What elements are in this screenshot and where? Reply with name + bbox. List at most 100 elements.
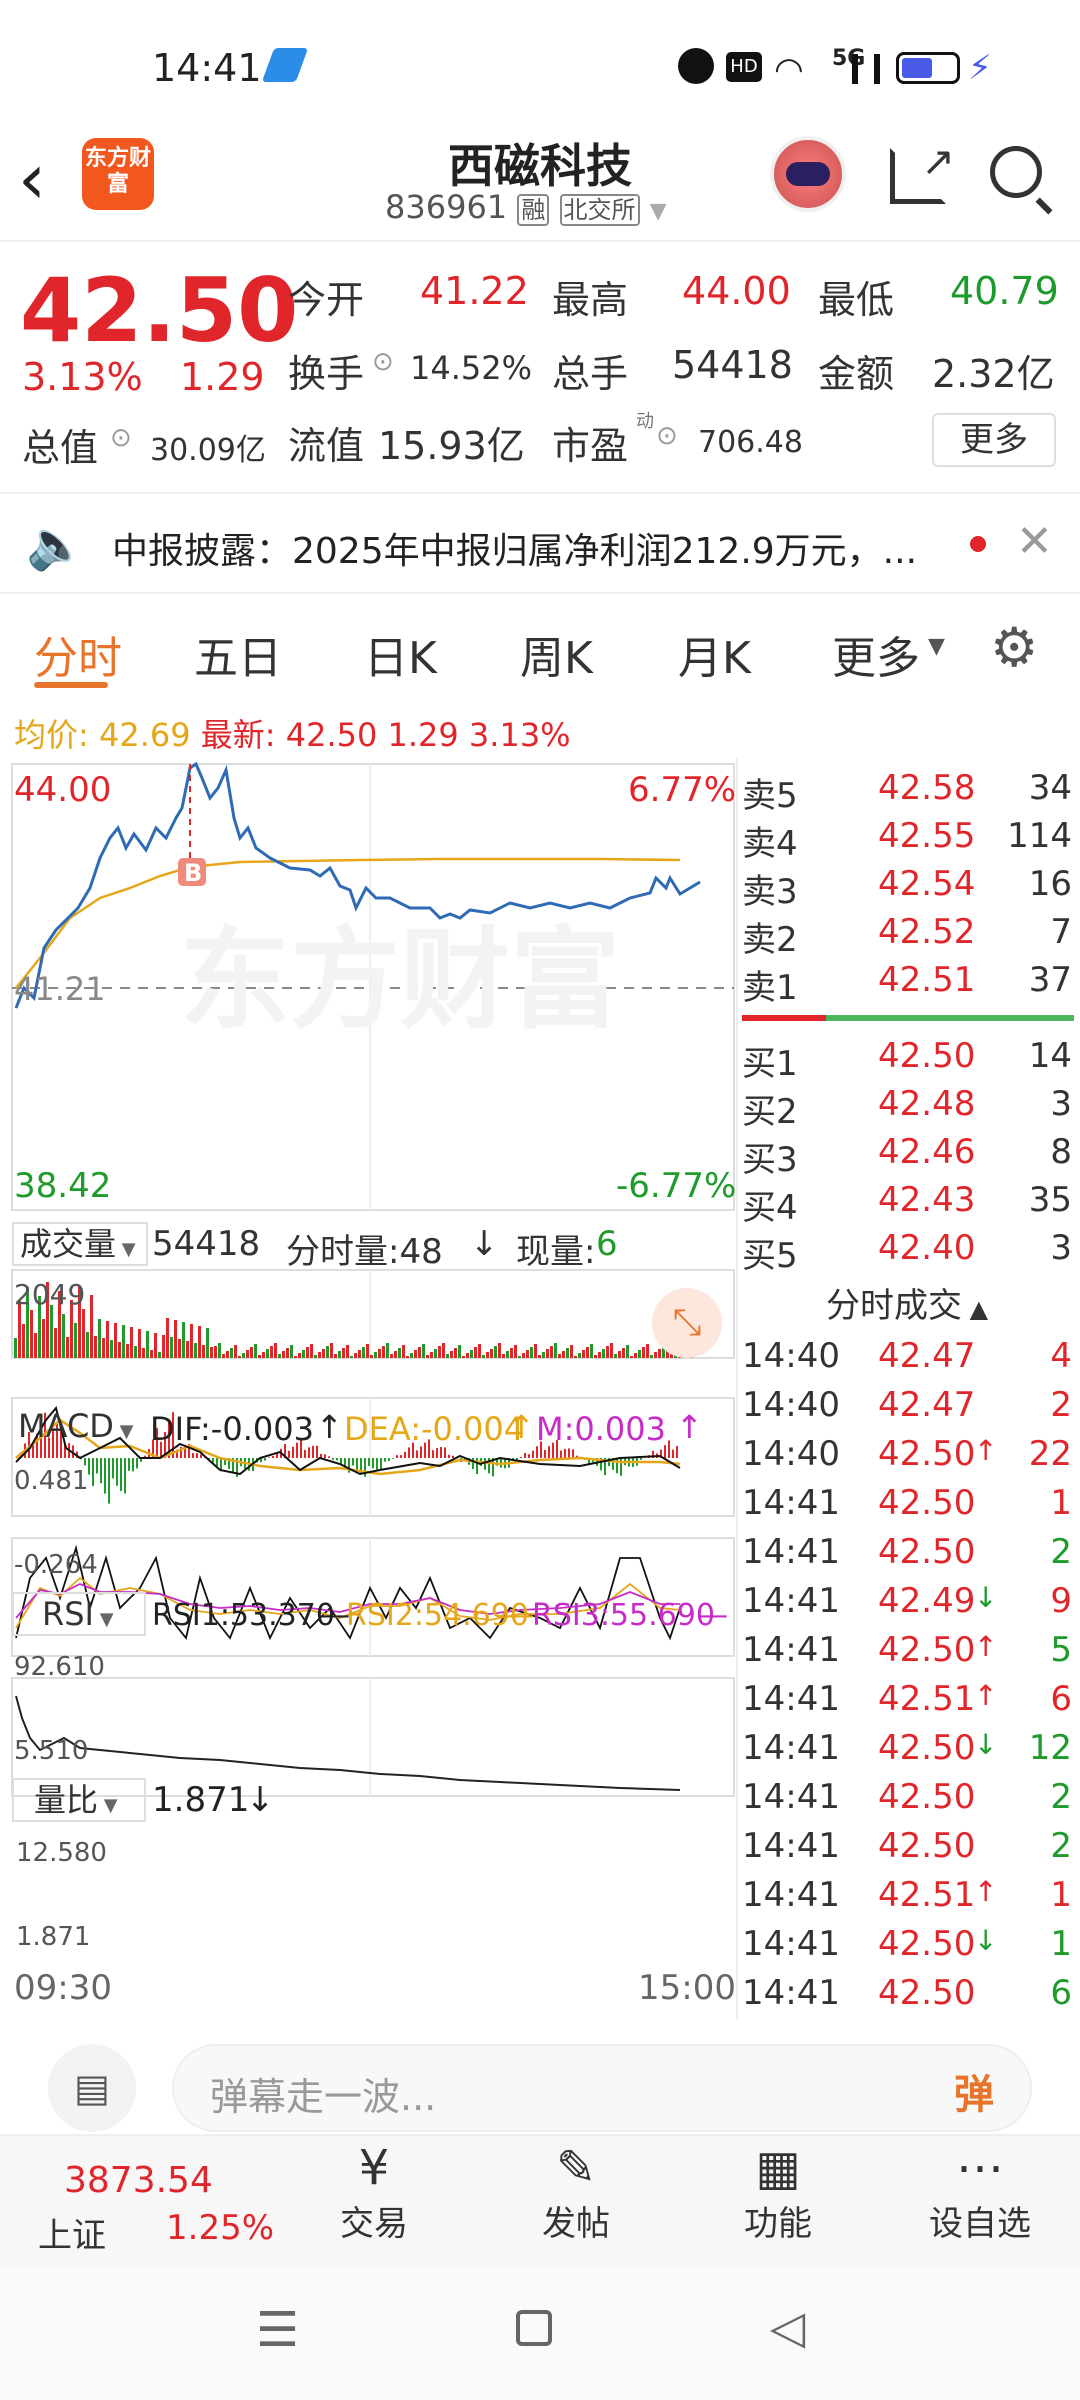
sell-level[interactable]: 卖4 42.55 114 [742,816,1072,864]
notice-bar[interactable]: 🔈 中报披露：2025年中报归属净利润212.9万元，... ✕ [0,492,1080,594]
macd-bar [472,1458,474,1470]
sell-level[interactable]: 卖2 42.52 7 [742,912,1072,960]
chart-watermark: 东方财富 [180,916,620,1044]
buy-level[interactable]: 买1 42.50 14 [742,1036,1072,1084]
sell-level[interactable]: 卖5 42.58 34 [742,768,1072,816]
macd-indicator-select[interactable]: MACD ▼ [12,1406,146,1450]
trade-time: 14:41 [742,1581,840,1621]
high-label: 最高 [552,278,629,322]
down-arrow-icon: ↓ [246,1780,275,1820]
robot-avatar-icon[interactable] [770,136,846,212]
macd-bar [536,1446,538,1458]
macd-bar [288,1450,290,1458]
tab-five-day[interactable]: 五日 [194,622,282,686]
macd-bar [116,1458,118,1486]
home-icon[interactable] [516,2310,552,2346]
trade-price: 42.47 [878,1336,976,1376]
more-button[interactable]: 更多 [932,413,1056,467]
danmu-toggle-icon[interactable]: 弹 [954,2062,994,2120]
volume-bar [142,1348,145,1358]
volume-bar [282,1351,285,1358]
rsi3-value: RSI3:55.690 [532,1598,715,1633]
volume-bar [494,1346,497,1358]
tab-monthly-k[interactable]: 月K [678,622,751,686]
intraday-chart[interactable]: 东方财富 B [0,758,740,2028]
index-pct[interactable]: 1.25% [166,2208,274,2248]
menu-icon[interactable]: ☰ [256,2302,299,2358]
back-icon[interactable]: ‹ [18,138,46,220]
volume-bar [102,1338,105,1358]
macd-bar [392,1458,394,1459]
macd-bar [200,1454,202,1458]
volume-bar [122,1325,125,1358]
volume-ratio-select[interactable]: 量比 ▼ [12,1778,146,1822]
volume-bar [602,1349,605,1358]
expand-icon[interactable]: ⤡ [652,1288,722,1358]
info-icon[interactable]: ⊙ [372,347,394,377]
sell-level[interactable]: 卖1 42.51 37 [742,960,1072,1008]
buy-level[interactable]: 买5 42.40 3 [742,1228,1072,1276]
edit-icon: ✎ [555,2140,597,2196]
wifi-icon: ◠ [774,50,804,90]
search-icon[interactable] [990,146,1053,215]
nav-post[interactable]: ✎ 发帖 [496,2140,656,2245]
nav-functions[interactable]: ▦ 功能 [698,2140,858,2245]
share-icon[interactable]: ↗ [890,139,955,204]
volume-bar [302,1350,305,1358]
index-name[interactable]: 上证 [38,2208,106,2257]
app-logo[interactable]: 东方财富 [82,138,154,210]
trade-direction-icon: ↑ [974,1679,998,1712]
macd-bar [448,1454,450,1458]
info-icon[interactable]: ⊙ [110,423,132,453]
level-volume: 35 [1028,1180,1072,1220]
volume-ratio-line [15,1695,681,1791]
volume-bar [634,1353,637,1358]
gear-icon[interactable]: ⚙ [990,616,1038,679]
notes-icon[interactable]: ▤ [48,2044,136,2132]
sell-level[interactable]: 卖3 42.54 16 [742,864,1072,912]
info-icon[interactable]: ⊙ [656,421,678,451]
volume-bar [190,1324,193,1358]
volume-bar [526,1350,529,1358]
danmu-input[interactable]: 弹幕走一波... 弹 [172,2044,1032,2132]
macd-bar [92,1458,94,1487]
macd-bar [620,1458,622,1476]
volume-bar [286,1348,289,1358]
macd-bar [108,1458,110,1504]
tab-weekly-k[interactable]: 周K [520,622,593,686]
index-value[interactable]: 3873.54 [64,2160,213,2201]
buy-level[interactable]: 买2 42.48 3 [742,1084,1072,1132]
tab-minute[interactable]: 分时 [34,622,122,686]
trades-title[interactable]: 分时成交 ▲ [742,1278,1072,1327]
macd-bar [272,1456,274,1458]
volume-bar [306,1347,309,1358]
macd-bar [420,1446,422,1458]
nav-trade[interactable]: ¥ 交易 [294,2140,454,2245]
volume-bar [330,1343,333,1358]
trade-time: 14:41 [742,1630,840,1670]
tab-daily-k[interactable]: 日K [364,622,437,686]
volume-bar [630,1356,633,1358]
volume-ratio-axis-bottom: 1.871 [16,1922,91,1952]
volume-bar [626,1345,629,1358]
trade-row: 14:40 42.47 4 [742,1336,1072,1384]
volume-indicator-select[interactable]: 成交量 ▼ [12,1222,148,1266]
close-icon[interactable]: ✕ [1016,516,1053,567]
buy-strength-bar [826,1015,1074,1021]
trade-volume: 6 [1050,1679,1072,1719]
macd-bar [444,1447,446,1458]
buy-level[interactable]: 买3 42.46 8 [742,1132,1072,1180]
tab-more[interactable]: 更多 [832,622,920,686]
dropdown-icon[interactable]: ▼ [650,199,667,224]
rsi-indicator-select[interactable]: RSI ▼ [12,1592,146,1636]
buy-level[interactable]: 买4 42.43 35 [742,1180,1072,1228]
volume-bar [586,1347,589,1358]
pe-sup: 动 [636,411,654,432]
volume-bar [98,1319,101,1358]
volume-bar [298,1353,301,1358]
back-nav-icon[interactable]: ◁ [770,2300,805,2354]
macd-bar [336,1458,338,1461]
nav-add-watchlist[interactable]: ⋯ 设自选 [900,2140,1060,2245]
volume-bar [434,1349,437,1358]
macd-bar [264,1458,266,1461]
